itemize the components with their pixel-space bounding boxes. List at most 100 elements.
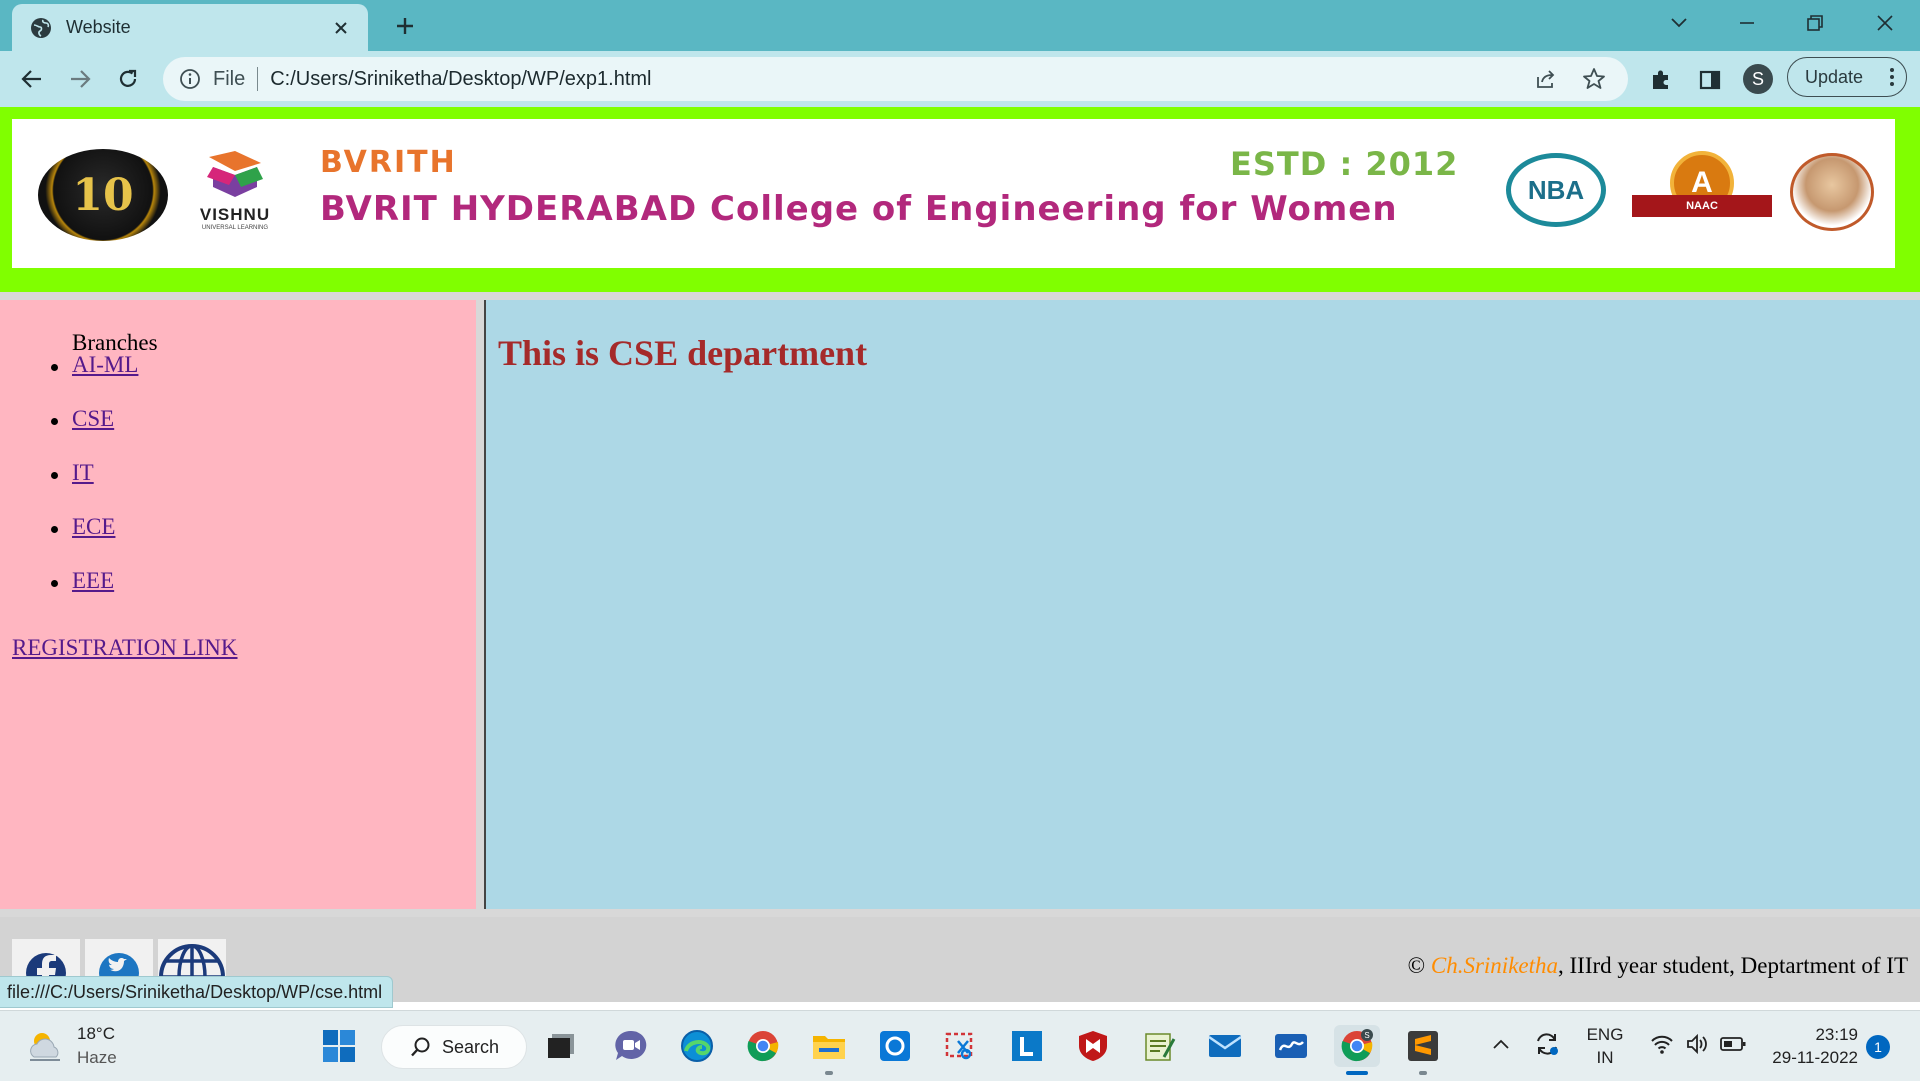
taskbar-search-box[interactable]: Search <box>381 1025 527 1069</box>
list-item: AI-ML <box>50 352 138 406</box>
header-frame: 10 VISHNU UNIVERSAL LEARNING BVRITH ESTD… <box>0 107 1920 292</box>
profile-avatar[interactable]: S <box>1743 64 1773 94</box>
list-item: ECE <box>50 514 138 568</box>
file-explorer-icon[interactable] <box>808 1025 850 1067</box>
task-view-icon[interactable] <box>540 1025 582 1067</box>
tenth-anniversary-logo: 10 <box>38 149 168 241</box>
back-arrow-icon[interactable] <box>16 63 48 95</box>
address-bar[interactable]: File C:/Users/Sriniketha/Desktop/WP/exp1… <box>163 57 1628 101</box>
college-banner: 10 VISHNU UNIVERSAL LEARNING BVRITH ESTD… <box>12 119 1895 268</box>
windows-start-icon[interactable] <box>318 1025 360 1067</box>
browser-tab-strip: Website <box>0 0 1920 51</box>
explorer-running-indicator <box>825 1071 833 1075</box>
branch-link-ai-ml[interactable]: AI-ML <box>72 352 138 377</box>
chrome-profile-icon[interactable]: S <box>1334 1025 1380 1067</box>
close-tab-icon[interactable] <box>330 17 352 39</box>
tab-title: Website <box>66 17 131 37</box>
reload-icon[interactable] <box>112 63 144 95</box>
branch-link-cse[interactable]: CSE <box>72 406 114 431</box>
frame-border-bottom <box>0 909 1920 917</box>
sublime-text-icon[interactable] <box>1402 1025 1444 1067</box>
founder-portrait <box>1790 153 1874 231</box>
vishnu-logo-subtext: UNIVERSAL LEARNING <box>201 225 269 231</box>
chrome-active-indicator <box>1346 1071 1368 1075</box>
forward-arrow-icon[interactable] <box>64 63 96 95</box>
browser-tab[interactable]: Website <box>12 4 368 51</box>
update-button-label: Update <box>1805 66 1864 87</box>
window-close-icon[interactable] <box>1862 8 1908 38</box>
side-panel-icon[interactable] <box>1695 65 1725 95</box>
store-app-icon[interactable] <box>874 1025 916 1067</box>
branch-list: AI-ML CSE IT ECE EEE <box>50 352 138 622</box>
show-hidden-icons-chevron-icon[interactable] <box>1488 1029 1514 1059</box>
mcafee-shield-icon[interactable] <box>1072 1025 1114 1067</box>
system-clock[interactable]: 23:19 29-11-2022 <box>1762 1023 1858 1069</box>
sublime-running-indicator <box>1419 1071 1427 1075</box>
frame-resize-divider[interactable] <box>476 300 486 909</box>
globe-icon <box>30 17 52 39</box>
list-item: IT <box>50 460 138 514</box>
new-tab-icon[interactable] <box>390 12 420 40</box>
tab-search-chevron-icon[interactable] <box>1656 8 1702 38</box>
branch-link-it[interactable]: IT <box>72 460 94 485</box>
restore-icon[interactable] <box>1792 8 1838 38</box>
main-content-frame: This is CSE department <box>486 300 1920 909</box>
search-label: Search <box>442 1036 500 1057</box>
extensions-puzzle-icon[interactable] <box>1646 65 1676 95</box>
branches-sidebar: Branches AI-ML CSE IT ECE EEE REGISTRATI… <box>0 300 476 909</box>
edge-browser-icon[interactable] <box>676 1025 718 1067</box>
established-year: ESTD : 2012 <box>1230 145 1459 183</box>
windows-taskbar: 18°C Haze Search S ENG IN 23:19 29-11-20… <box>0 1010 1920 1081</box>
college-full-name: BVRIT HYDERABAD College of Engineering f… <box>320 189 1398 229</box>
minimize-icon[interactable] <box>1724 8 1770 38</box>
clock-time: 23:19 <box>1815 1025 1858 1044</box>
language-code: ENG <box>1586 1025 1624 1044</box>
web-page: 10 VISHNU UNIVERSAL LEARNING BVRITH ESTD… <box>0 107 1920 1002</box>
branch-link-ece[interactable]: ECE <box>72 514 115 539</box>
l-app-icon[interactable] <box>1006 1025 1048 1067</box>
weather-haze-icon[interactable] <box>26 1029 66 1063</box>
weather-description: Haze <box>77 1048 117 1067</box>
teams-chat-icon[interactable] <box>610 1025 652 1067</box>
vishnu-logo-text: VISHNU <box>199 205 271 224</box>
update-button[interactable]: Update <box>1787 57 1907 97</box>
anniversary-logo-text: 10 <box>72 169 134 221</box>
frame-border-top <box>0 292 1920 300</box>
chrome-browser-icon[interactable] <box>742 1025 784 1067</box>
input-language-indicator[interactable]: ENG IN <box>1585 1023 1625 1069</box>
whiteboard-icon[interactable] <box>1270 1025 1312 1067</box>
registration-link[interactable]: REGISTRATION LINK <box>12 635 238 661</box>
copyright-text: © Ch.Sriniketha, IIIrd year student, Dep… <box>1408 953 1908 979</box>
mail-icon[interactable] <box>1204 1025 1246 1067</box>
browser-toolbar: File C:/Users/Sriniketha/Desktop/WP/exp1… <box>0 51 1920 107</box>
info-icon[interactable] <box>179 68 201 90</box>
department-title: This is CSE department <box>498 333 868 373</box>
nba-logo: NBA <box>1506 153 1606 227</box>
url-text[interactable]: C:/Users/Sriniketha/Desktop/WP/exp1.html <box>270 68 1532 91</box>
list-item: EEE <box>50 568 138 622</box>
link-status-bubble: file:///C:/Users/Sriniketha/Desktop/WP/c… <box>0 976 394 1008</box>
notification-badge[interactable]: 1 <box>1866 1035 1890 1059</box>
more-menu-icon[interactable] <box>1890 68 1894 86</box>
branch-link-eee[interactable]: EEE <box>72 568 114 593</box>
wifi-icon[interactable] <box>1648 1029 1676 1059</box>
naac-ribbon: NAAC <box>1632 195 1772 217</box>
copyright-details: , IIIrd year student, Deptartment of IT <box>1558 953 1908 978</box>
share-icon[interactable] <box>1532 65 1560 93</box>
notepad-icon[interactable] <box>1138 1025 1180 1067</box>
bookmark-star-icon[interactable] <box>1580 65 1608 93</box>
weather-temperature: 18°C <box>77 1024 115 1043</box>
snipping-tool-icon[interactable] <box>940 1025 982 1067</box>
nba-logo-text: NBA <box>1527 174 1585 205</box>
chrome-profile-badge: S <box>1364 1031 1369 1040</box>
copyright-symbol: © <box>1407 953 1426 978</box>
region-code: IN <box>1596 1048 1614 1067</box>
sync-icon[interactable] <box>1532 1029 1562 1059</box>
volume-icon[interactable] <box>1683 1029 1711 1059</box>
search-icon <box>410 1036 432 1058</box>
battery-icon[interactable] <box>1718 1029 1748 1059</box>
url-scheme-label: File <box>213 67 246 90</box>
clock-date: 29-11-2022 <box>1772 1048 1858 1067</box>
naac-logo: A NAAC <box>1632 151 1772 231</box>
url-separator <box>257 67 259 91</box>
